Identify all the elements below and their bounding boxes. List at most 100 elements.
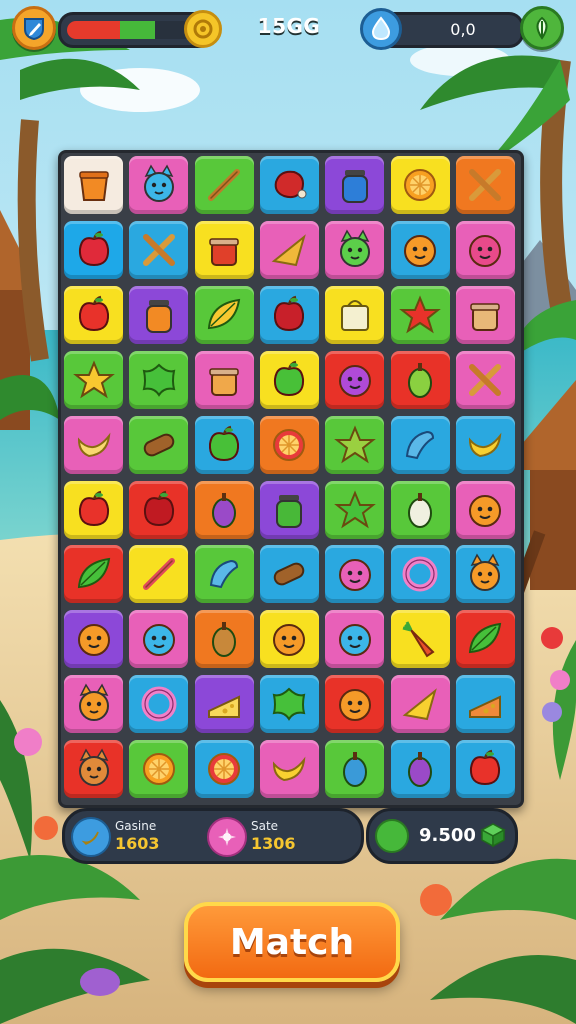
tile-green-star[interactable] bbox=[325, 480, 385, 539]
tile-pink-face[interactable] bbox=[325, 545, 385, 604]
tile-cheese[interactable] bbox=[194, 675, 254, 734]
tile-red-apple[interactable] bbox=[129, 480, 189, 539]
blue-fish-icon bbox=[210, 560, 239, 589]
gem-value: 0,0 bbox=[450, 20, 476, 39]
orange-face-icon bbox=[469, 494, 502, 527]
tile-blue-jar[interactable] bbox=[325, 156, 385, 214]
green-blob-icon bbox=[142, 363, 176, 397]
tile-pink-ring[interactable] bbox=[390, 545, 450, 604]
tile-orange-jar[interactable] bbox=[129, 285, 189, 344]
tile-blue-fish[interactable] bbox=[390, 415, 450, 474]
tile-orange-face[interactable] bbox=[259, 610, 319, 669]
tile-orange-face[interactable] bbox=[455, 480, 515, 539]
tile-purple-face[interactable] bbox=[325, 350, 385, 409]
pink-ring-icon bbox=[402, 556, 438, 592]
hint-button[interactable] bbox=[520, 6, 564, 50]
tile-orange-face[interactable] bbox=[390, 220, 450, 279]
tile-orange-cat[interactable] bbox=[64, 675, 123, 734]
orange-jar-icon bbox=[145, 299, 172, 333]
tile-apple[interactable] bbox=[455, 740, 515, 799]
tile-stick[interactable] bbox=[194, 156, 254, 214]
tile-eggplant[interactable] bbox=[390, 740, 450, 799]
tile-green-flower[interactable] bbox=[325, 415, 385, 474]
tile-carrot[interactable] bbox=[390, 610, 450, 669]
tile-potato[interactable] bbox=[194, 610, 254, 669]
tile-watermelon[interactable] bbox=[194, 740, 254, 799]
blue-face-icon bbox=[142, 624, 175, 657]
tile-cross-sticks[interactable] bbox=[129, 220, 189, 279]
cake-slice-icon bbox=[469, 695, 502, 719]
tile-green-cat[interactable] bbox=[325, 220, 385, 279]
tile-orange-slice[interactable] bbox=[390, 156, 450, 214]
tile-cake-slice[interactable] bbox=[455, 675, 515, 734]
tile-banana[interactable] bbox=[259, 740, 319, 799]
shield-pencil-icon bbox=[24, 18, 44, 41]
tile-orange-cat[interactable] bbox=[455, 545, 515, 604]
orange-face-icon bbox=[338, 689, 371, 722]
tile-log[interactable] bbox=[129, 415, 189, 474]
tile-orange-slice[interactable] bbox=[129, 740, 189, 799]
tile-green-apple[interactable] bbox=[194, 415, 254, 474]
tile-red-fan[interactable] bbox=[390, 285, 450, 344]
tile-gift-basket[interactable] bbox=[455, 285, 515, 344]
tile-white-bean[interactable] bbox=[390, 480, 450, 539]
radish-face-icon bbox=[469, 234, 502, 267]
apple-icon bbox=[78, 295, 109, 331]
tile-cross-sticks[interactable] bbox=[455, 156, 515, 214]
tile-fox-face[interactable] bbox=[64, 740, 123, 799]
orange-face-icon bbox=[77, 624, 110, 657]
banana-icon bbox=[469, 432, 502, 457]
tile-orange-face[interactable] bbox=[64, 610, 123, 669]
tile-green-gourd[interactable] bbox=[390, 350, 450, 409]
tile-yellow-cone[interactable] bbox=[390, 675, 450, 734]
tile-green-jar[interactable] bbox=[259, 480, 319, 539]
eggplant-icon bbox=[408, 752, 432, 788]
score-counter: 15GG bbox=[257, 14, 321, 38]
sate-label: Sate bbox=[251, 819, 279, 833]
tile-blue-gourd[interactable] bbox=[325, 740, 385, 799]
tile-apple[interactable] bbox=[64, 480, 123, 539]
tile-red-fruit[interactable] bbox=[259, 285, 319, 344]
match-button[interactable]: Match bbox=[184, 902, 400, 982]
watermelon-icon bbox=[208, 753, 241, 786]
tile-broom[interactable] bbox=[259, 220, 319, 279]
tile-blue-fish[interactable] bbox=[194, 545, 254, 604]
purple-face-icon bbox=[338, 364, 371, 397]
tile-red-stick[interactable] bbox=[129, 545, 189, 604]
tile-green-blob[interactable] bbox=[129, 350, 189, 409]
tile-honey-pot[interactable] bbox=[194, 350, 254, 409]
tile-green-apple[interactable] bbox=[259, 350, 319, 409]
tile-eggplant[interactable] bbox=[194, 480, 254, 539]
tile-log[interactable] bbox=[259, 545, 319, 604]
tile-blue-face[interactable] bbox=[325, 610, 385, 669]
apple-icon bbox=[470, 749, 501, 786]
tile-star[interactable] bbox=[64, 350, 123, 409]
tile-strawberry[interactable] bbox=[64, 220, 123, 279]
tile-green-leaf[interactable] bbox=[455, 610, 515, 669]
tile-green-blob[interactable] bbox=[259, 675, 319, 734]
tile-orange-face[interactable] bbox=[325, 675, 385, 734]
tile-yellow-leaf[interactable] bbox=[194, 285, 254, 344]
red-meat-icon bbox=[275, 170, 307, 199]
tile-green-leaf[interactable] bbox=[64, 545, 123, 604]
tile-radish-face[interactable] bbox=[455, 220, 515, 279]
tile-yellow-pepper[interactable] bbox=[64, 415, 123, 474]
tile-watermelon[interactable] bbox=[259, 415, 319, 474]
health-bar-green-segment bbox=[119, 21, 156, 39]
tile-bucket[interactable] bbox=[64, 156, 123, 214]
tile-blue-cat[interactable] bbox=[129, 156, 189, 214]
tile-cross-sticks[interactable] bbox=[455, 350, 515, 409]
fox-face-icon bbox=[78, 748, 109, 787]
menu-button[interactable] bbox=[12, 6, 56, 50]
tile-banana[interactable] bbox=[455, 415, 515, 474]
green-blob-icon bbox=[273, 687, 306, 722]
green-jar-icon bbox=[276, 494, 303, 528]
tile-flower-pot[interactable] bbox=[194, 220, 254, 279]
star-icon bbox=[72, 360, 115, 399]
tile-red-meat[interactable] bbox=[259, 156, 319, 214]
tile-blue-face[interactable] bbox=[129, 610, 189, 669]
tile-bag[interactable] bbox=[325, 285, 385, 344]
tile-pink-ring[interactable] bbox=[129, 675, 189, 734]
tile-apple[interactable] bbox=[64, 285, 123, 344]
green-apple-icon bbox=[274, 360, 305, 396]
